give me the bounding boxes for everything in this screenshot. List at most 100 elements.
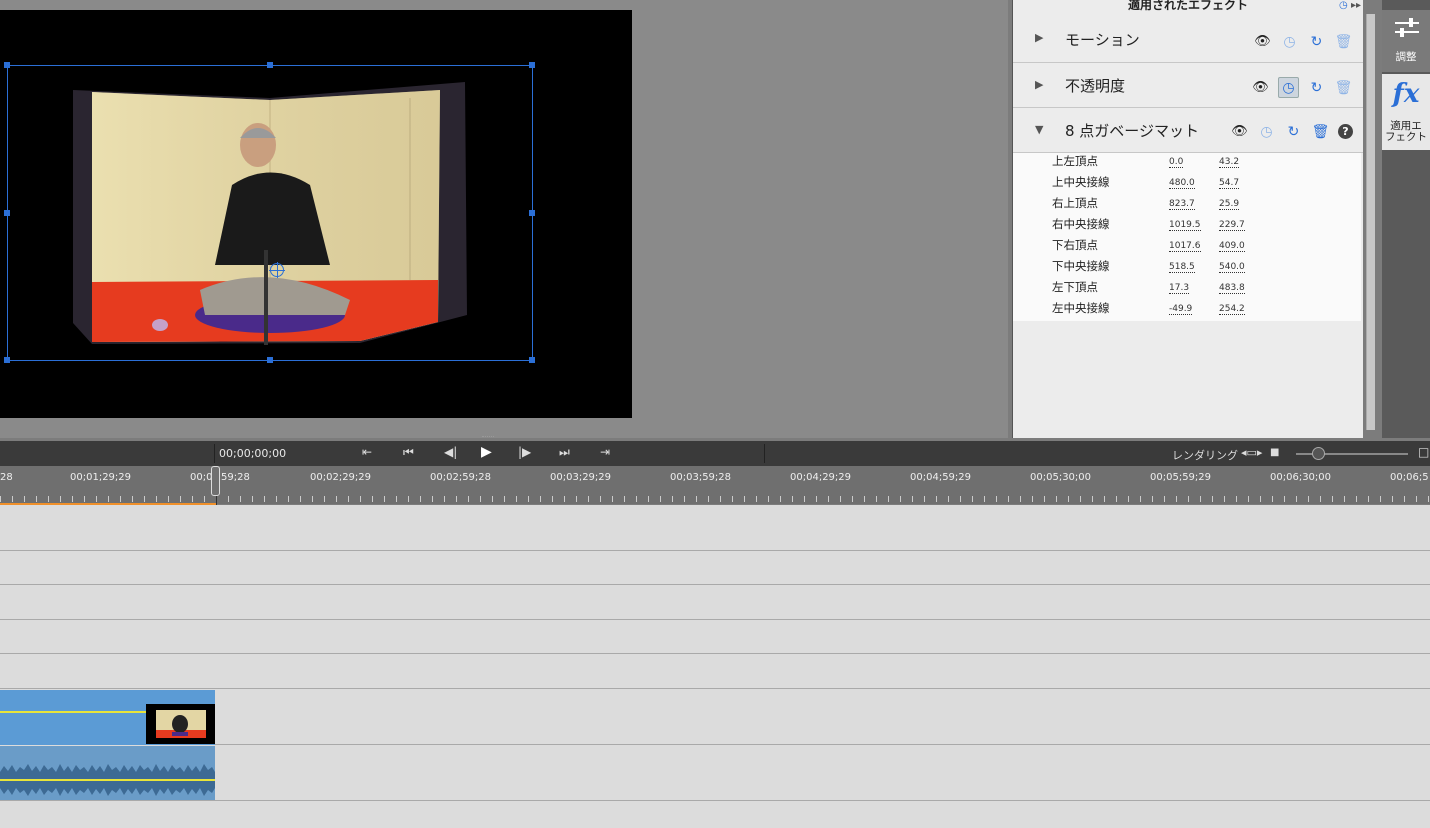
timecode-display[interactable]: 00;00;00;00	[219, 447, 286, 460]
reset-icon[interactable]: ↻	[1284, 122, 1303, 141]
effect-row-garbage-matte[interactable]: ▼ 8 点ガベージマット 👁 ◷ ↻ 🗑 ?	[1013, 108, 1363, 153]
eye-icon[interactable]: 👁	[1230, 122, 1249, 141]
param-x-value[interactable]: 1017.6	[1169, 241, 1201, 252]
param-label: 上中央接線	[1052, 175, 1110, 189]
param-x-value[interactable]: -49.9	[1169, 304, 1193, 315]
resize-handle-bottom[interactable]	[267, 357, 273, 363]
selection-bounding-box[interactable]	[4, 62, 535, 363]
ruler-time-label: 00;02;29;29	[310, 472, 372, 483]
zoom-out-icon[interactable]: ■	[1270, 447, 1279, 458]
param-y-value[interactable]: 54.7	[1219, 178, 1240, 189]
param-x-value[interactable]: 1019.5	[1169, 220, 1201, 231]
param-label: 下右頂点	[1052, 238, 1098, 252]
help-icon[interactable]: ?	[1338, 124, 1353, 139]
skip-to-end-icon[interactable]: ⏭	[559, 445, 570, 460]
param-row: 右中央接線 1019.5 229.7	[1013, 216, 1361, 237]
param-x-value[interactable]: 17.3	[1169, 283, 1190, 294]
stopwatch-icon[interactable]: ◷	[1280, 32, 1299, 51]
stopwatch-icon[interactable]: ◷	[1278, 77, 1299, 98]
effect-name: モーション	[1065, 31, 1140, 49]
param-label: 右中央接線	[1052, 217, 1110, 231]
ruler-time-label: 00;05;59;29	[1150, 472, 1212, 483]
skip-to-start-icon[interactable]: ⏮	[403, 445, 414, 460]
param-x-value[interactable]: 823.7	[1169, 199, 1195, 210]
collapse-arrow-icon[interactable]: ▼	[1035, 123, 1043, 136]
volume-rubber-band[interactable]	[0, 779, 215, 781]
resize-handle-bottom-right[interactable]	[529, 357, 535, 363]
param-row: 右上頂点 823.7 25.9	[1013, 195, 1361, 216]
param-row: 左中央接線 -49.9 254.2	[1013, 300, 1361, 321]
param-y-value[interactable]: 409.0	[1219, 241, 1245, 252]
resize-handle-bottom-left[interactable]	[4, 357, 10, 363]
applied-effects-tool-button[interactable]: fx 適用エ フェクト	[1382, 74, 1430, 150]
param-y-value[interactable]: 540.0	[1219, 262, 1245, 273]
resize-handle-top-left[interactable]	[4, 62, 10, 68]
ruler-time-label: 00;03;59;28	[670, 472, 732, 483]
fx-icon: fx	[1392, 79, 1420, 109]
panel-header-controls[interactable]: ◷ ▸▸	[1339, 0, 1361, 11]
expand-arrow-icon[interactable]: ▶	[1035, 78, 1043, 91]
fit-timeline-icon[interactable]: ◂▭▸	[1241, 446, 1262, 459]
trash-icon[interactable]: 🗑	[1334, 78, 1353, 97]
adjust-label: 調整	[1395, 51, 1417, 63]
effect-row-motion[interactable]: ▶ モーション 👁 ◷ ↻ 🗑	[1013, 16, 1363, 63]
track-divider	[0, 619, 1430, 620]
panel-title: 適用されたエフェクト	[1013, 0, 1363, 14]
play-icon[interactable]: ▶	[481, 444, 492, 460]
go-to-in-icon[interactable]: ⇤	[362, 445, 372, 459]
zoom-in-icon[interactable]: □	[1418, 445, 1429, 459]
param-y-value[interactable]: 229.7	[1219, 220, 1245, 231]
trash-icon[interactable]: 🗑	[1334, 32, 1353, 51]
param-x-value[interactable]: 480.0	[1169, 178, 1195, 189]
param-x-value[interactable]: 518.5	[1169, 262, 1195, 273]
track-divider	[0, 584, 1430, 585]
anchor-point-crosshair[interactable]	[269, 262, 285, 278]
param-y-value[interactable]: 43.2	[1219, 157, 1240, 168]
resize-handle-top[interactable]	[267, 62, 273, 68]
panel-scrollbar[interactable]	[1366, 14, 1375, 430]
resize-handle-top-right[interactable]	[529, 62, 535, 68]
divider	[214, 444, 215, 463]
go-to-out-icon[interactable]: ⇥	[600, 445, 610, 459]
ruler-time-label: 00;04;29;29	[790, 472, 852, 483]
transport-bar: 00;00;00;00 ⇤ ⏮ ◀| ▶ |▶ ⏭ ⇥ レンダリング ◂▭▸ ■…	[0, 441, 1430, 467]
param-x-value[interactable]: 0.0	[1169, 157, 1184, 168]
step-back-icon[interactable]: ◀|	[444, 445, 457, 459]
param-label: 左中央接線	[1052, 301, 1110, 315]
param-row: 上中央接線 480.0 54.7	[1013, 174, 1361, 195]
param-row: 下右頂点 1017.6 409.0	[1013, 237, 1361, 258]
ruler-time-label: 00;05;30;00	[1030, 472, 1092, 483]
ruler-time-label: 00;0	[190, 472, 213, 483]
render-button[interactable]: レンダリング	[1172, 447, 1238, 463]
stopwatch-icon[interactable]: ◷	[1257, 122, 1276, 141]
param-label: 下中央接線	[1052, 259, 1110, 273]
ruler-time-label: 00;04;59;29	[910, 472, 972, 483]
effect-row-opacity[interactable]: ▶ 不透明度 👁 ◷ ↻ 🗑	[1013, 63, 1363, 108]
ruler-time-label: 59;28	[221, 472, 250, 483]
step-forward-icon[interactable]: |▶	[518, 445, 531, 459]
ruler-time-label: 00;01;29;29	[70, 472, 132, 483]
eye-icon[interactable]: 👁	[1251, 78, 1270, 97]
ruler-time-label: 00;06;5	[1390, 472, 1429, 483]
param-y-value[interactable]: 483.8	[1219, 283, 1245, 294]
resize-handle-right[interactable]	[529, 210, 535, 216]
playhead-handle[interactable]	[211, 466, 220, 496]
expand-arrow-icon[interactable]: ▶	[1035, 31, 1043, 44]
reset-icon[interactable]: ↻	[1307, 32, 1326, 51]
ruler-time-label: 28	[0, 472, 13, 483]
resize-handle-left[interactable]	[4, 210, 10, 216]
param-y-value[interactable]: 25.9	[1219, 199, 1240, 210]
trash-icon[interactable]: 🗑	[1311, 122, 1330, 141]
reset-icon[interactable]: ↻	[1307, 78, 1326, 97]
adjust-tool-button[interactable]: 調整	[1382, 10, 1430, 72]
param-row: 左下頂点 17.3 483.8	[1013, 279, 1361, 300]
track-divider	[0, 688, 1430, 689]
stopwatch-icon[interactable]: ◷	[1339, 0, 1348, 11]
eye-icon[interactable]: 👁	[1253, 32, 1272, 51]
video-preview[interactable]	[0, 10, 632, 418]
zoom-slider-knob[interactable]	[1312, 447, 1325, 460]
expand-panel-icon[interactable]: ▸▸	[1351, 0, 1361, 11]
track-divider	[0, 800, 1430, 801]
param-y-value[interactable]: 254.2	[1219, 304, 1245, 315]
program-monitor	[0, 0, 1008, 438]
